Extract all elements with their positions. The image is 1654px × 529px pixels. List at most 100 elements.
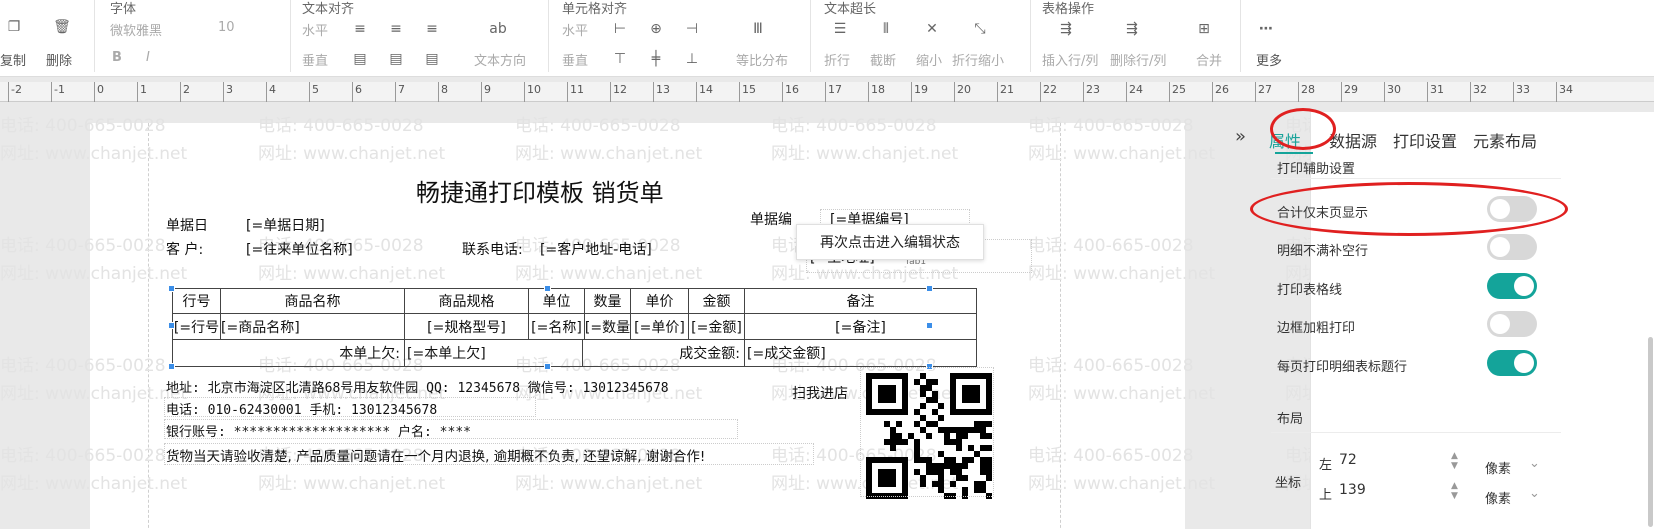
tab-datasource[interactable]: 数据源 xyxy=(1329,128,1377,152)
top-unit-select[interactable]: 像素 xyxy=(1485,488,1511,507)
top-input[interactable]: 139 xyxy=(1339,482,1366,498)
ruler-tick: 23 xyxy=(1083,82,1100,102)
table-header-cell[interactable]: 单价 xyxy=(631,289,689,313)
summary-field[interactable]: [=本单上欠] xyxy=(405,340,583,366)
resize-handle-tm[interactable] xyxy=(544,285,551,292)
toggle-fill-empty-rows[interactable] xyxy=(1487,234,1537,260)
table-header-cell[interactable]: 金额 xyxy=(689,289,745,313)
table-header-cell[interactable]: 单位 xyxy=(529,289,585,313)
font-family-select[interactable]: 微软雅黑 xyxy=(110,20,162,39)
delete-button[interactable]: 删除 xyxy=(46,50,72,69)
chevron-down-icon[interactable]: ⌄ xyxy=(1529,486,1540,501)
cell-align-left-icon[interactable]: ⊢ xyxy=(612,21,628,37)
doc-date-field[interactable]: [=单据日期] xyxy=(246,215,325,235)
table-header-cell[interactable]: 商品名称 xyxy=(221,289,405,313)
distribute-icon[interactable]: Ⅲ xyxy=(750,21,766,37)
truncate-icon[interactable]: ⫴ xyxy=(878,21,894,37)
watermark-phone: 电话: 400-665-0028 xyxy=(515,116,681,136)
align-left-icon[interactable]: ≡ xyxy=(352,21,368,37)
copy-button[interactable]: 复制 xyxy=(0,50,26,69)
insert-rowcol-icon[interactable]: ⇶ xyxy=(1058,21,1074,37)
document-title[interactable]: 畅捷通打印模板 销货单 xyxy=(416,173,664,208)
shrink-icon[interactable]: ✕ xyxy=(924,21,940,37)
table-cell[interactable]: [=行号 xyxy=(173,314,221,339)
table-cell[interactable]: [=名称] xyxy=(529,314,585,339)
resize-handle-tl[interactable] xyxy=(168,285,175,292)
left-stepper-icon[interactable]: ▲ ▼ xyxy=(1451,451,1458,471)
bold-button[interactable]: B xyxy=(112,50,122,65)
italic-button[interactable]: I xyxy=(146,50,150,65)
resize-handle-tr[interactable] xyxy=(926,285,933,292)
valign-middle-icon[interactable]: ▤ xyxy=(388,51,404,67)
resize-handle-ml[interactable] xyxy=(168,322,175,329)
shrink-button[interactable]: 缩小 xyxy=(916,50,942,69)
resize-handle-bm[interactable] xyxy=(544,363,551,370)
valign-top-icon[interactable]: ▤ xyxy=(352,51,368,67)
customer-field[interactable]: [=往来单位名称] xyxy=(246,239,353,259)
scan-label[interactable]: 扫我进店 xyxy=(792,383,848,403)
group-title-align: 文本对齐 xyxy=(302,2,355,17)
wrap-button[interactable]: 折行 xyxy=(824,50,850,69)
panel-scrollbar[interactable] xyxy=(1648,337,1653,527)
watermark-phone: 电话: 400-665-0028 xyxy=(0,116,166,136)
toggle-bold-border[interactable] xyxy=(1487,311,1537,337)
table-header-cell[interactable]: 备注 xyxy=(745,289,976,313)
top-stepper-icon[interactable]: ▲ ▼ xyxy=(1451,481,1458,501)
tab-print-settings[interactable]: 打印设置 xyxy=(1393,128,1457,152)
align-right-icon[interactable]: ≡ xyxy=(424,21,440,37)
table-cell[interactable]: [=金额] xyxy=(689,314,745,339)
text-direction-button[interactable]: 文本方向 xyxy=(474,50,526,69)
contact-field[interactable]: [=客户地址-电话] xyxy=(540,239,652,259)
distribute-button[interactable]: 等比分布 xyxy=(736,50,788,69)
customer-label[interactable]: 客 户: xyxy=(166,239,203,259)
cell-align-center-icon[interactable]: ⊕ xyxy=(648,21,664,37)
merge-button[interactable]: 合并 xyxy=(1196,50,1222,69)
wrap-icon[interactable]: ☰ xyxy=(832,21,848,37)
cell-align-right-icon[interactable]: ⊣ xyxy=(684,21,700,37)
cell-valign-bottom-icon[interactable]: ⊥ xyxy=(684,51,700,67)
font-size-select[interactable]: 10 xyxy=(218,20,235,35)
table-cell[interactable]: [=单价] xyxy=(631,314,689,339)
wrap-shrink-icon[interactable]: ⤡ xyxy=(972,21,988,37)
amount-label[interactable]: 成交金额: xyxy=(583,340,745,366)
detail-table[interactable]: 行号 商品名称 商品规格 单位 数量 单价 金额 备注 [=行号 [=商品名称] [=规格型号][… xyxy=(172,288,977,367)
resize-handle-mr[interactable] xyxy=(926,322,933,329)
doc-date-label[interactable]: 单据日 xyxy=(166,215,208,235)
insert-rowcol-button[interactable]: 插入行/列 xyxy=(1042,50,1098,69)
delete-rowcol-button[interactable]: 删除行/列 xyxy=(1110,50,1166,69)
cell-valign-top-icon[interactable]: ⊤ xyxy=(612,51,628,67)
merge-icon[interactable]: ⊞ xyxy=(1196,21,1212,37)
address-line[interactable]: 地址: 北京市海淀区北清路68号用友软件园 QQ: 12345678 微信号: … xyxy=(166,377,669,396)
align-center-icon[interactable]: ≡ xyxy=(388,21,404,37)
chevron-down-icon[interactable]: ⌄ xyxy=(1529,456,1540,471)
cell-valign-middle-icon[interactable]: ╪ xyxy=(648,51,664,67)
watermark-phone: 电话: 400-665-0028 xyxy=(0,236,166,256)
more-button[interactable]: 更多 xyxy=(1256,50,1282,69)
truncate-button[interactable]: 截断 xyxy=(870,50,896,69)
template-page[interactable]: 电话: 400-665-0028 网址: www.chanjet.net 电话: 4… xyxy=(0,116,1472,529)
table-cell[interactable]: [=商品名称] xyxy=(221,314,405,339)
watermark-url: 网址: www.chanjet.net xyxy=(771,144,959,164)
table-cell[interactable]: [=规格型号] xyxy=(405,314,529,339)
toggle-repeat-header-row[interactable] xyxy=(1487,350,1537,376)
summary-label[interactable]: 本单上欠: xyxy=(173,340,405,366)
contact-label[interactable]: 联系电话: xyxy=(462,239,523,259)
left-unit-select[interactable]: 像素 xyxy=(1485,458,1511,477)
left-input[interactable]: 72 xyxy=(1339,452,1357,468)
delete-rowcol-icon[interactable]: ⇶ xyxy=(1124,21,1140,37)
table-header-cell[interactable]: 数量 xyxy=(585,289,631,313)
resize-handle-bl[interactable] xyxy=(168,363,175,370)
wrap-shrink-button[interactable]: 折行缩小 xyxy=(952,50,1004,69)
table-cell[interactable]: [=数量 xyxy=(585,314,631,339)
doc-no-label[interactable]: 单据编 xyxy=(750,209,792,229)
amount-field[interactable]: [=成交金额] xyxy=(745,340,976,366)
more-icon[interactable]: ⋯ xyxy=(1258,21,1274,37)
table-header-cell[interactable]: 行号 xyxy=(173,289,221,313)
table-cell[interactable]: [=备注] xyxy=(745,314,976,339)
collapse-panel-icon[interactable]: » xyxy=(1235,126,1246,147)
text-direction-icon[interactable]: ab xyxy=(489,21,506,37)
table-header-cell[interactable]: 商品规格 xyxy=(405,289,529,313)
valign-bottom-icon[interactable]: ▤ xyxy=(424,51,440,67)
toggle-print-grid-lines[interactable] xyxy=(1487,273,1537,299)
tab-element-layout[interactable]: 元素布局 xyxy=(1473,128,1537,152)
